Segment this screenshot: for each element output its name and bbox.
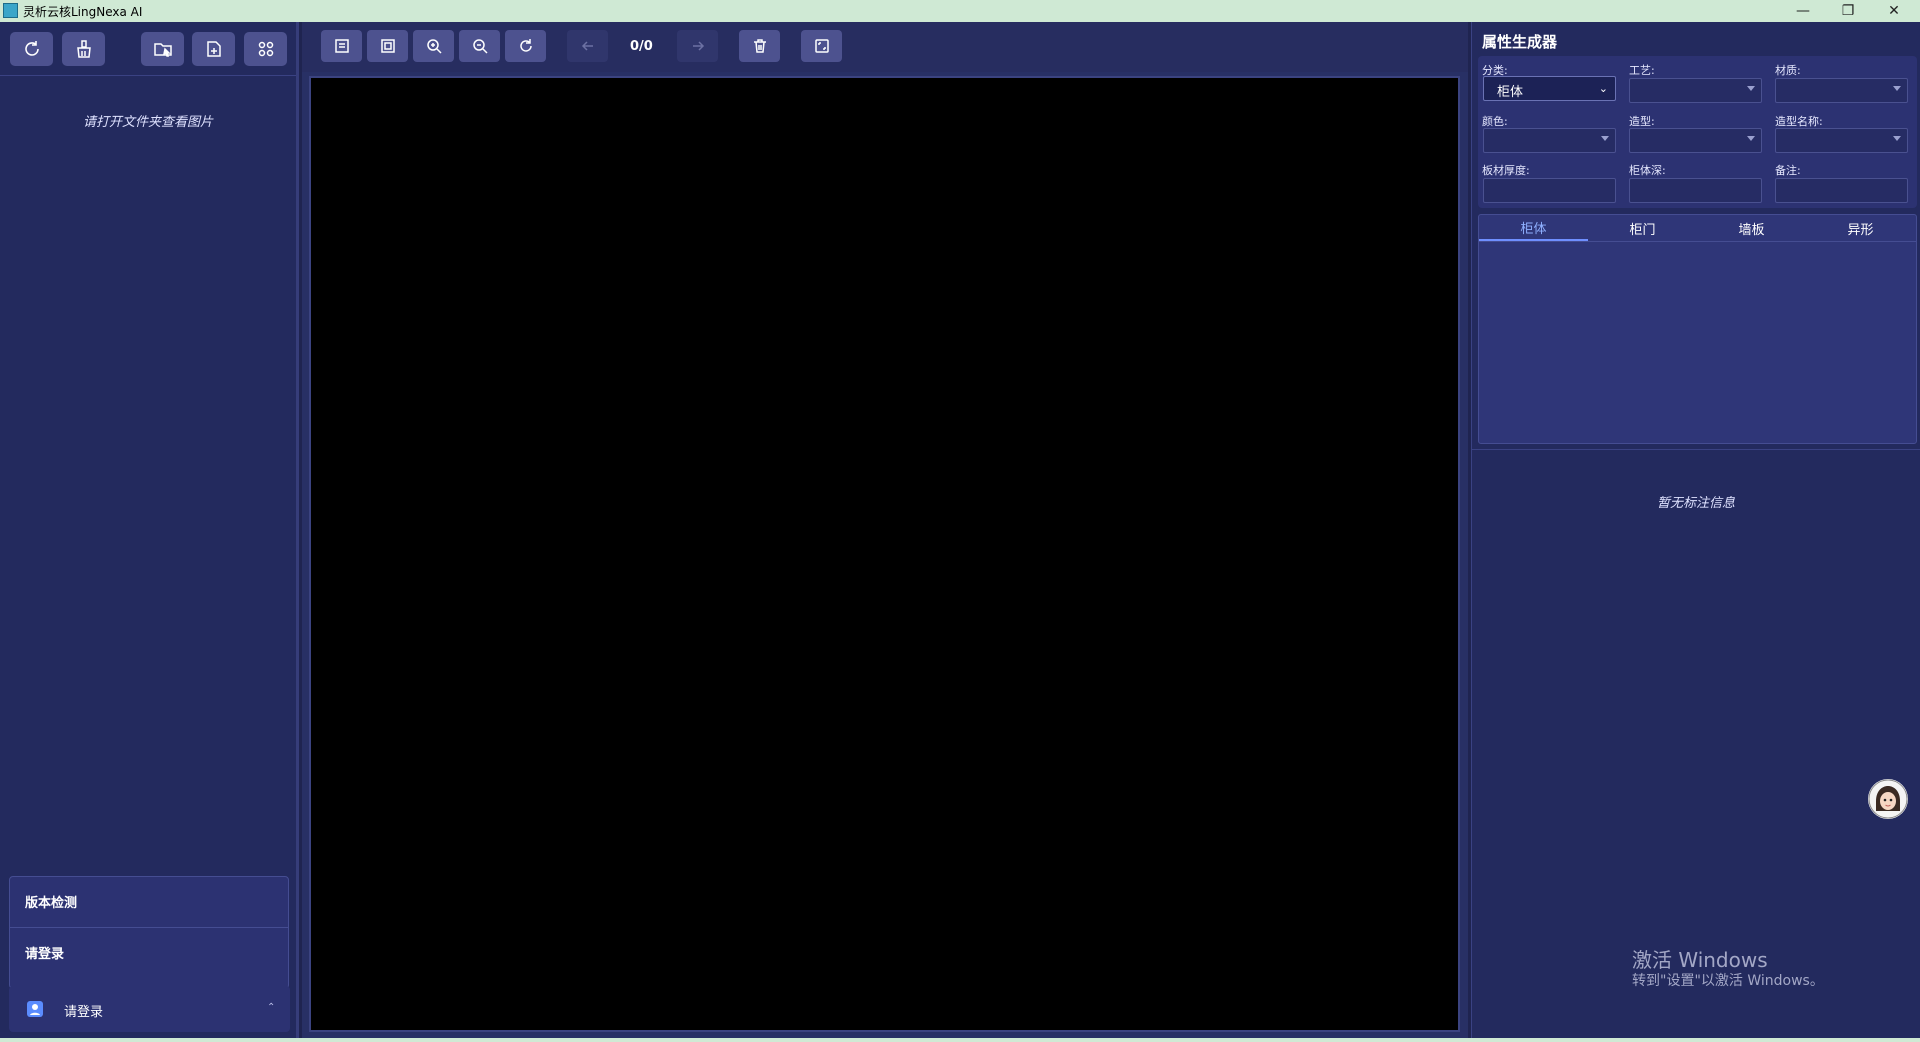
folder-empty-message: 请打开文件夹查看图片	[82, 115, 213, 130]
board-thickness-label: 板材厚度:	[1482, 164, 1530, 177]
fit-window-icon	[334, 39, 349, 53]
user-login-label: 请登录	[64, 1005, 104, 1020]
dropdown-arrow-icon	[1893, 136, 1901, 141]
user-bar[interactable]: 请登录 ⌃	[9, 986, 290, 1032]
category-select[interactable]: 柜体 ⌄	[1483, 76, 1616, 101]
shape-name-label: 造型名称:	[1775, 115, 1823, 128]
minimize-button[interactable]: —	[1781, 0, 1825, 22]
prev-image-button[interactable]	[567, 30, 608, 62]
prev-icon	[581, 41, 593, 51]
next-image-button[interactable]	[677, 30, 718, 62]
title-bar: 灵析云核LingNexa AI — ❐ ✕	[0, 0, 1920, 22]
actual-size-button[interactable]	[367, 30, 408, 62]
maximize-button[interactable]: ❐	[1826, 0, 1870, 22]
shape-select[interactable]	[1629, 128, 1762, 153]
activation-watermark-subtitle: 转到"设置"以激活 Windows。	[1632, 973, 1824, 989]
tab-special-shape[interactable]: 异形	[1806, 215, 1915, 241]
craft-label: 工艺:	[1629, 64, 1655, 77]
chevron-up-icon: ⌃	[267, 1002, 276, 1013]
window-bottom-border	[0, 1038, 1920, 1042]
shape-label: 造型:	[1629, 115, 1655, 128]
actual-size-icon	[380, 39, 395, 53]
left-toolbar	[0, 22, 296, 76]
image-counter: 0/0	[630, 39, 653, 54]
panel-title: 属性生成器	[1482, 33, 1558, 51]
export-file-icon	[206, 41, 221, 57]
remark-input[interactable]	[1775, 178, 1908, 203]
zoom-in-icon	[426, 39, 442, 54]
attribute-form: 分类: 柜体 ⌄ 工艺: 材质: 颜色: 造型: 造型名称: 板材厚度: 柜体深…	[1478, 56, 1917, 208]
user-icon	[27, 1001, 43, 1017]
next-icon	[692, 41, 704, 51]
category-value: 柜体	[1497, 85, 1524, 100]
material-label: 材质:	[1775, 64, 1801, 77]
tab-cabinet[interactable]: 柜体	[1479, 215, 1588, 241]
cabinet-depth-input[interactable]	[1629, 178, 1762, 203]
settings-plugin-icon	[258, 41, 273, 57]
dropdown-arrow-icon	[1601, 136, 1609, 141]
export-file-button[interactable]	[192, 32, 235, 66]
left-panel: 请打开文件夹查看图片 版本检测 请登录 请登录 ⌃	[0, 22, 299, 1038]
zoom-out-button[interactable]	[459, 30, 500, 62]
clean-button[interactable]	[62, 32, 105, 66]
viewer-toolbar: 0/0	[302, 22, 1468, 72]
clean-icon	[76, 40, 91, 58]
zoom-in-button[interactable]	[413, 30, 454, 62]
app-logo-icon	[3, 3, 18, 18]
image-canvas[interactable]	[309, 76, 1460, 1032]
cabinet-depth-label: 柜体深:	[1629, 164, 1666, 177]
close-button[interactable]: ✕	[1872, 0, 1916, 22]
image-viewer: 0/0	[302, 22, 1468, 1038]
attribute-panel: 属性生成器 分类: 柜体 ⌄ 工艺: 材质: 颜色: 造型: 造型名称: 板材厚…	[1471, 22, 1920, 1038]
plugin-button[interactable]	[244, 32, 287, 66]
assistant-avatar[interactable]	[1868, 779, 1908, 819]
annotation-empty-message: 暂无标注信息	[1656, 496, 1735, 511]
color-select[interactable]	[1483, 128, 1616, 153]
fullscreen-button[interactable]	[801, 30, 842, 62]
refresh-button[interactable]	[10, 32, 53, 66]
tab-wall-panel[interactable]: 墙板	[1697, 215, 1806, 241]
material-select[interactable]	[1775, 78, 1908, 103]
remark-label: 备注:	[1775, 164, 1801, 177]
delete-icon	[753, 39, 766, 53]
dropdown-arrow-icon	[1747, 136, 1755, 141]
chevron-down-icon: ⌄	[1598, 82, 1608, 95]
login-menu-item[interactable]: 请登录	[10, 928, 288, 976]
board-thickness-input[interactable]	[1483, 178, 1616, 203]
user-menu-popup: 版本检测 请登录	[9, 876, 289, 989]
open-folder-button[interactable]	[141, 32, 184, 66]
activation-watermark-title: 激活 Windows	[1632, 948, 1768, 972]
color-label: 颜色:	[1482, 115, 1508, 128]
fullscreen-icon	[814, 39, 829, 53]
rotate-button[interactable]	[505, 30, 546, 62]
refresh-icon	[24, 41, 39, 56]
rotate-icon	[519, 39, 532, 52]
tab-cabinet-door[interactable]: 柜门	[1588, 215, 1697, 241]
dropdown-arrow-icon	[1747, 86, 1755, 91]
delete-button[interactable]	[739, 30, 780, 62]
tabs-divider	[1479, 241, 1916, 242]
craft-select[interactable]	[1629, 78, 1762, 103]
assistant-avatar-icon	[1868, 779, 1908, 819]
version-check-menu-item[interactable]: 版本检测	[10, 877, 288, 925]
category-tabs: 柜体 柜门 墙板 异形	[1478, 214, 1917, 444]
zoom-out-icon	[472, 39, 488, 54]
open-folder-icon	[153, 43, 172, 57]
shape-name-select[interactable]	[1775, 128, 1908, 153]
fit-window-button[interactable]	[321, 30, 362, 62]
panel-divider	[1472, 449, 1920, 450]
dropdown-arrow-icon	[1893, 86, 1901, 91]
window-title: 灵析云核LingNexa AI	[23, 5, 143, 19]
